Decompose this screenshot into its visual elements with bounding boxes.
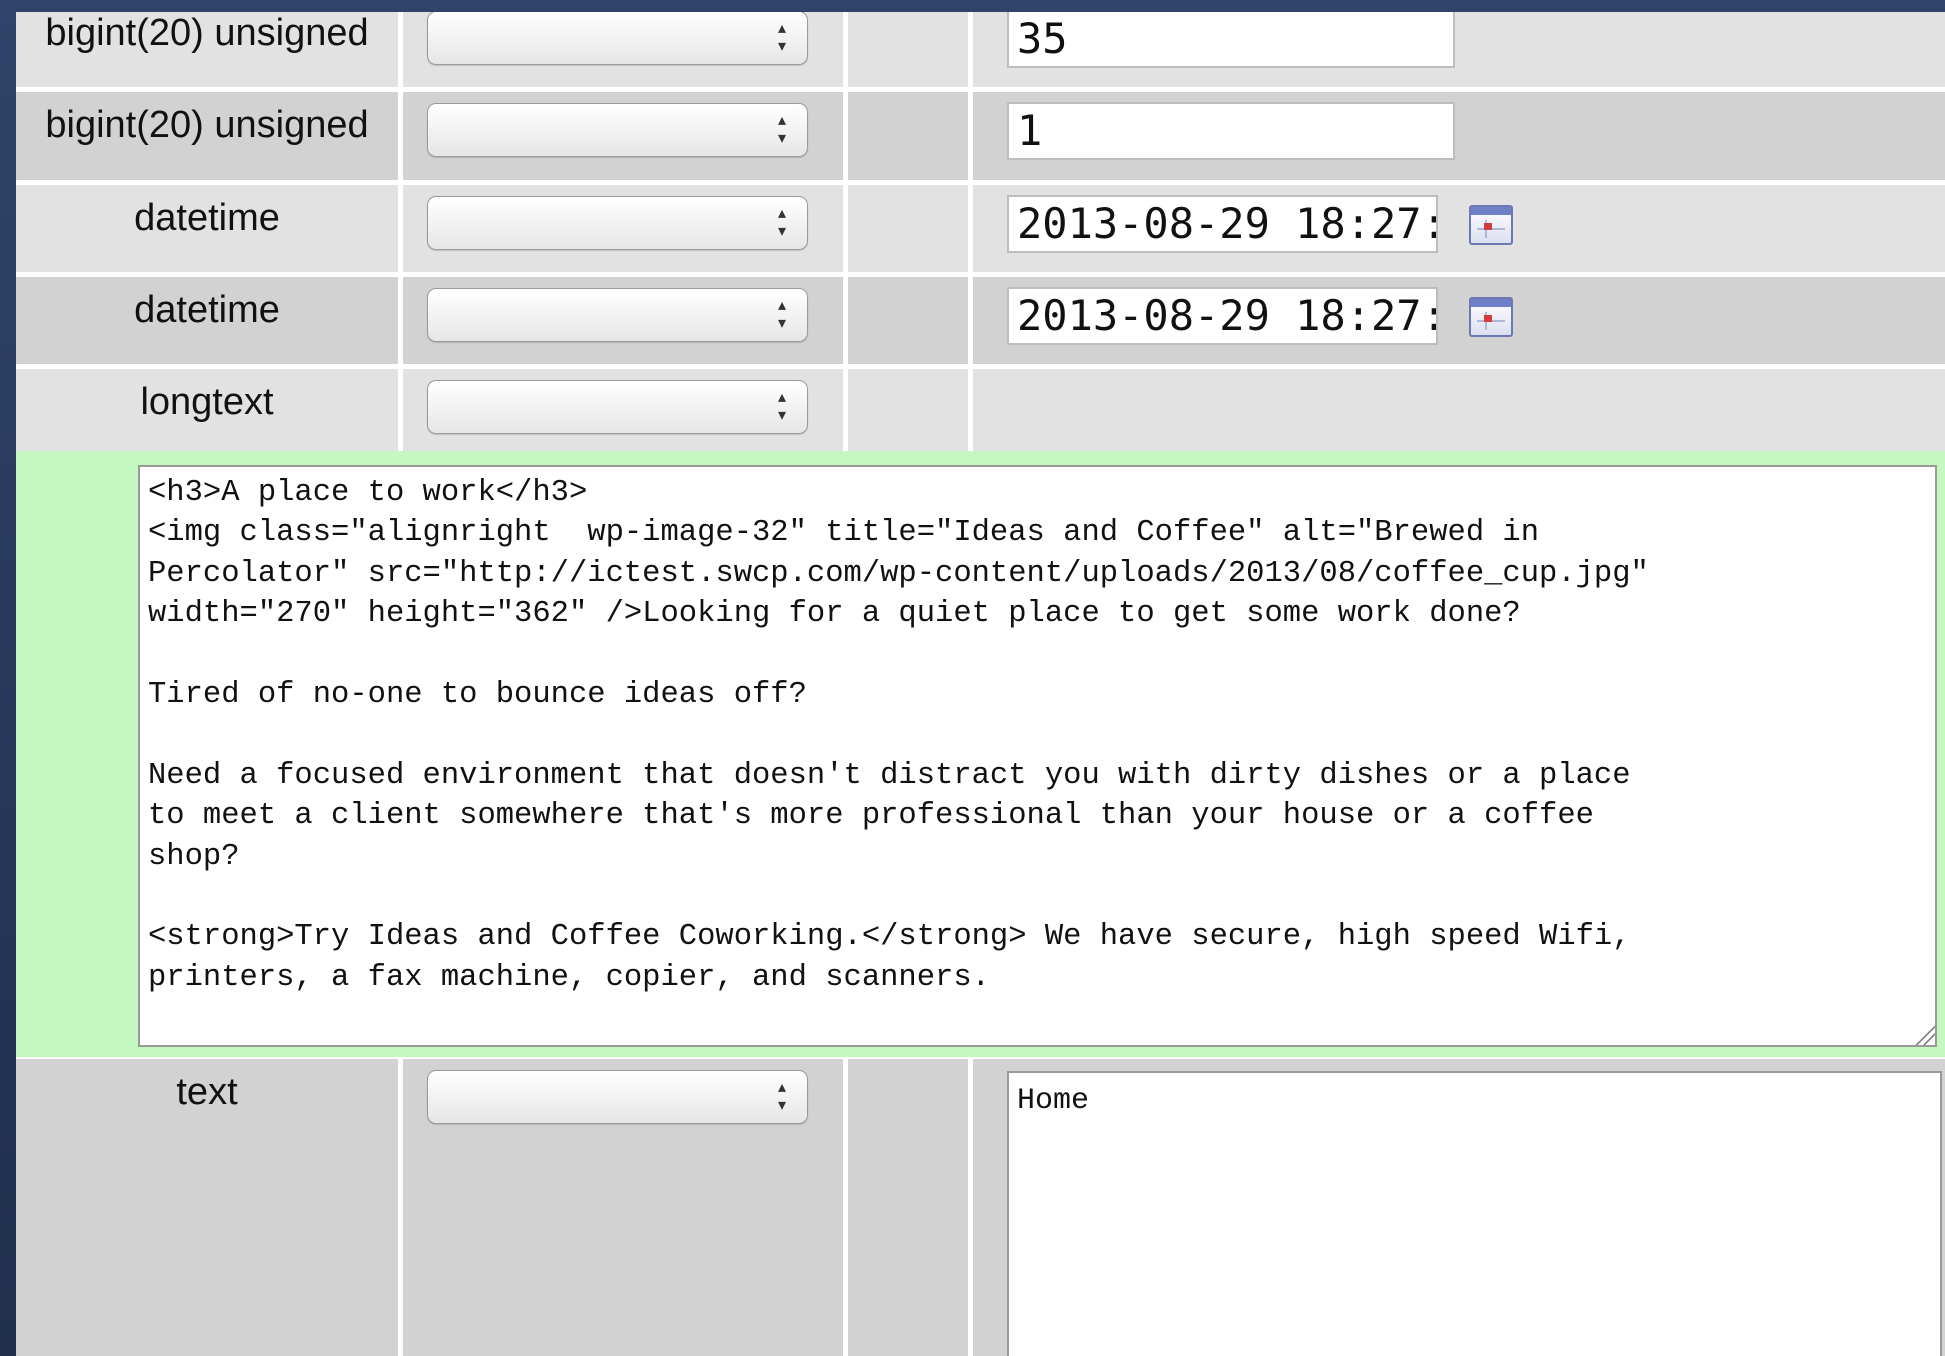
insert-form-panel: bigint(20) unsigned ▴ ▾ 35 bigint(20) uns… (16, 12, 1945, 1356)
field-row-text: text ▴ ▾ Home (16, 1059, 1945, 1356)
value-cell (973, 369, 1945, 451)
calendar-icon[interactable] (1469, 205, 1513, 245)
null-cell (848, 277, 968, 364)
null-cell (848, 92, 968, 180)
field-type-cell: bigint(20) unsigned (16, 92, 398, 180)
value-input[interactable]: 35 (1007, 12, 1455, 68)
value-cell: 1 (973, 92, 1945, 180)
field-type-label: longtext (140, 381, 274, 423)
value-cell: Home (973, 1059, 1945, 1356)
field-row-bigint-1: bigint(20) unsigned ▴ ▾ 35 (16, 12, 1945, 87)
function-cell: ▴ ▾ (403, 1059, 843, 1356)
function-select[interactable]: ▴ ▾ (427, 196, 808, 250)
up-down-arrows-icon: ▴ ▾ (777, 1079, 787, 1114)
null-cell (848, 12, 968, 87)
up-down-arrows-icon: ▴ ▾ (777, 112, 787, 147)
field-type-label: bigint(20) unsigned (45, 104, 369, 146)
up-down-arrows-icon: ▴ ▾ (777, 297, 787, 332)
function-select[interactable]: ▴ ▾ (427, 1070, 808, 1124)
field-type-cell: longtext (16, 369, 398, 451)
longtext-textarea[interactable]: <h3>A place to work</h3> <img class="ali… (138, 465, 1937, 1047)
function-select[interactable]: ▴ ▾ (427, 12, 808, 65)
value-cell: 2013-08-29 18:27:1 (973, 185, 1945, 272)
field-row-bigint-2: bigint(20) unsigned ▴ ▾ 1 (16, 92, 1945, 180)
field-type-cell: datetime (16, 185, 398, 272)
up-down-arrows-icon: ▴ ▾ (777, 20, 787, 55)
function-cell: ▴ ▾ (403, 92, 843, 180)
function-cell: ▴ ▾ (403, 185, 843, 272)
function-cell: ▴ ▾ (403, 369, 843, 451)
null-cell (848, 185, 968, 272)
calendar-icon[interactable] (1469, 297, 1513, 337)
field-type-cell: text (16, 1059, 398, 1356)
up-down-arrows-icon: ▴ ▾ (777, 389, 787, 424)
field-type-label: datetime (134, 197, 280, 239)
field-type-label: datetime (134, 289, 280, 331)
resize-grip-icon[interactable] (1913, 1023, 1935, 1045)
null-cell (848, 369, 968, 451)
function-select[interactable]: ▴ ▾ (427, 380, 808, 434)
function-select[interactable]: ▴ ▾ (427, 288, 808, 342)
field-type-cell: datetime (16, 277, 398, 364)
text-textarea[interactable]: Home (1007, 1071, 1942, 1356)
value-cell: 2013-08-29 18:27:1 (973, 277, 1945, 364)
function-cell: ▴ ▾ (403, 277, 843, 364)
field-row-datetime-2: datetime ▴ ▾ 2013-08-29 18:27:1 (16, 277, 1945, 364)
value-input[interactable]: 1 (1007, 102, 1455, 160)
window-frame: bigint(20) unsigned ▴ ▾ 35 bigint(20) uns… (0, 0, 1945, 1356)
datetime-input[interactable]: 2013-08-29 18:27:1 (1007, 287, 1438, 345)
up-down-arrows-icon: ▴ ▾ (777, 205, 787, 240)
null-cell (848, 1059, 968, 1356)
field-type-label: bigint(20) unsigned (45, 12, 369, 54)
field-row-datetime-1: datetime ▴ ▾ 2013-08-29 18:27:1 (16, 185, 1945, 272)
field-type-label: text (176, 1071, 238, 1113)
field-type-cell: bigint(20) unsigned (16, 12, 398, 87)
datetime-input[interactable]: 2013-08-29 18:27:1 (1007, 195, 1438, 253)
value-cell: 35 (973, 12, 1945, 87)
function-select[interactable]: ▴ ▾ (427, 103, 808, 157)
function-cell: ▴ ▾ (403, 12, 843, 87)
field-row-longtext: longtext ▴ ▾ (16, 369, 1945, 451)
longtext-value-row: <h3>A place to work</h3> <img class="ali… (16, 451, 1945, 1057)
